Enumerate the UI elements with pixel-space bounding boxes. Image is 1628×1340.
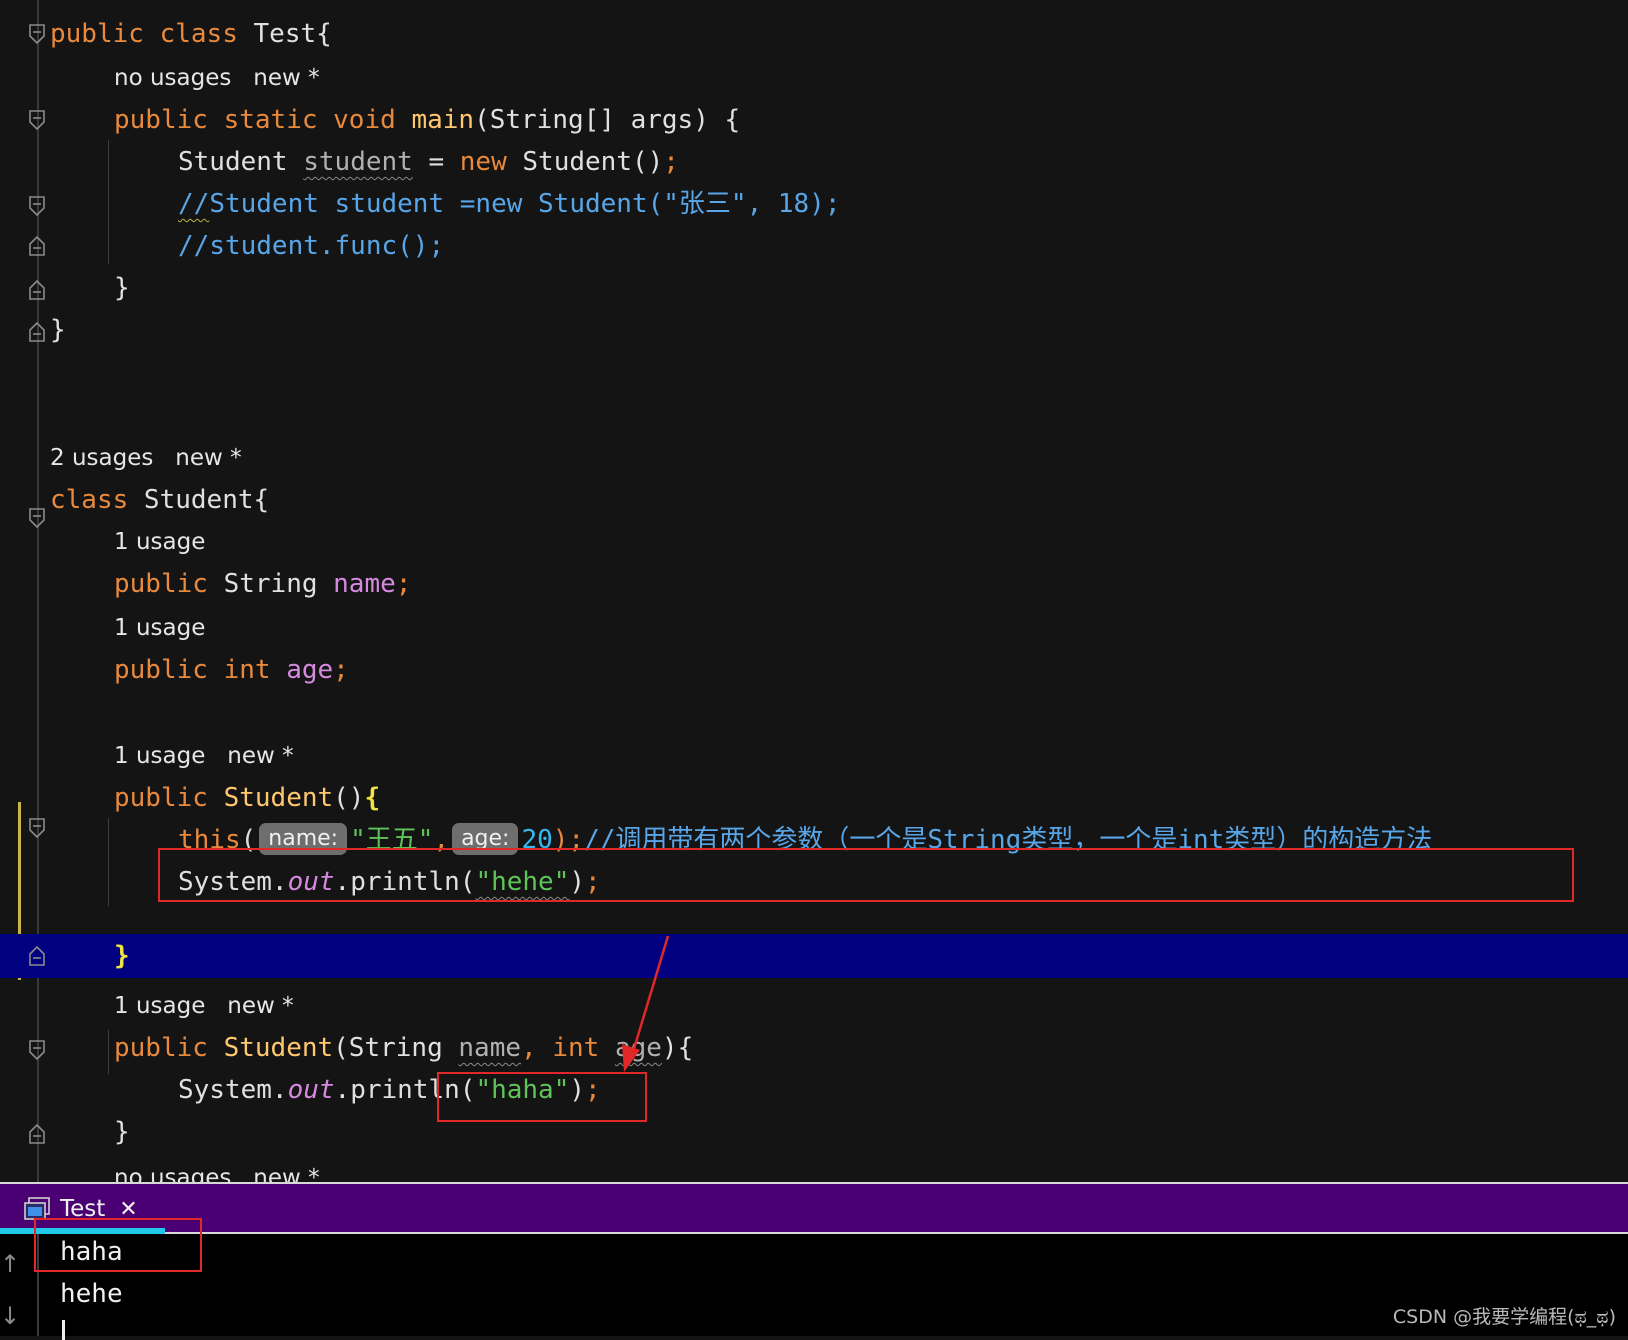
- arrow-up-icon[interactable]: ↑: [0, 1250, 20, 1278]
- run-panel: Test ✕: [0, 1182, 1628, 1336]
- annotation-arrow: [622, 935, 670, 1072]
- run-panel-header: Test ✕: [0, 1182, 1628, 1234]
- watermark: CSDN @我要学编程(ಥ_ಥ): [1392, 1306, 1616, 1328]
- annotation-box-output: [34, 1218, 202, 1272]
- console-output-line: hehe: [60, 1279, 123, 1309]
- console-caret: [62, 1320, 65, 1340]
- arrow-down-icon[interactable]: ↓: [0, 1302, 20, 1330]
- code-editor[interactable]: public class Test{ no usages new * publi…: [0, 0, 1628, 1182]
